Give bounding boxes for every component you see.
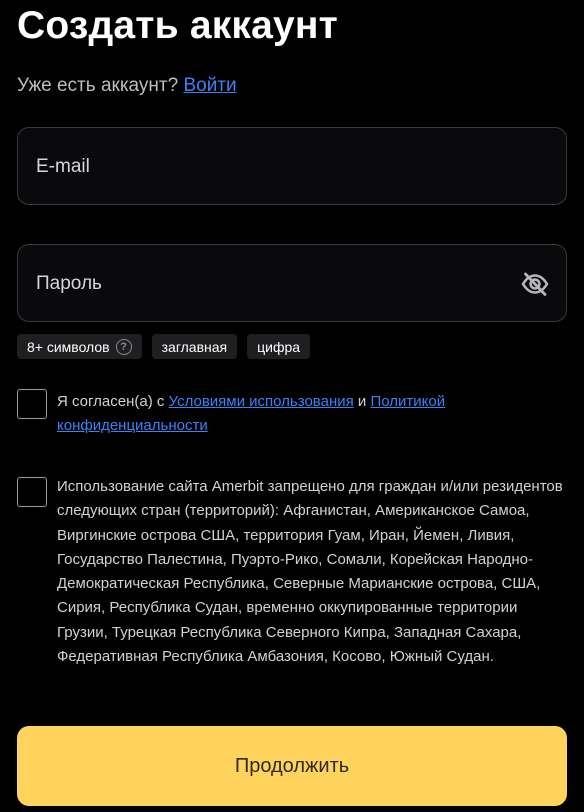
password-field[interactable]: [34, 245, 518, 323]
password-requirements: 8+ символов ? заглавная цифра: [17, 334, 311, 359]
eye-off-icon[interactable]: [520, 269, 550, 299]
requirement-uppercase: заглавная: [151, 334, 238, 359]
password-field-container[interactable]: [17, 244, 567, 323]
login-link[interactable]: Войти: [183, 75, 236, 96]
requirement-digit: цифра: [247, 334, 311, 359]
page-title: Создать аккаунт: [17, 4, 338, 47]
email-field-container[interactable]: [17, 127, 567, 206]
terms-checkbox[interactable]: [17, 389, 47, 419]
continue-button[interactable]: Продолжить: [17, 726, 567, 806]
requirement-min-length: 8+ символов ?: [17, 334, 142, 359]
requirement-min-length-label: 8+ символов: [27, 338, 110, 355]
terms-prefix: Я согласен(а) с: [57, 393, 165, 410]
have-account-text: Уже есть аккаунт?: [17, 75, 179, 96]
restriction-checkbox[interactable]: [17, 477, 47, 507]
terms-and: и: [357, 393, 367, 410]
terms-of-use-link[interactable]: Условиями использования: [169, 393, 354, 410]
requirement-digit-label: цифра: [257, 338, 301, 355]
help-icon[interactable]: ?: [115, 338, 132, 355]
requirement-uppercase-label: заглавная: [161, 338, 228, 355]
have-account-line: Уже есть аккаунт? Войти: [17, 74, 237, 98]
terms-agreement-text: Я согласен(а) с Условиями использования …: [57, 390, 567, 439]
country-restriction-text: Использование сайта Amerbit запрещено дл…: [57, 478, 563, 666]
email-field[interactable]: [34, 128, 518, 206]
